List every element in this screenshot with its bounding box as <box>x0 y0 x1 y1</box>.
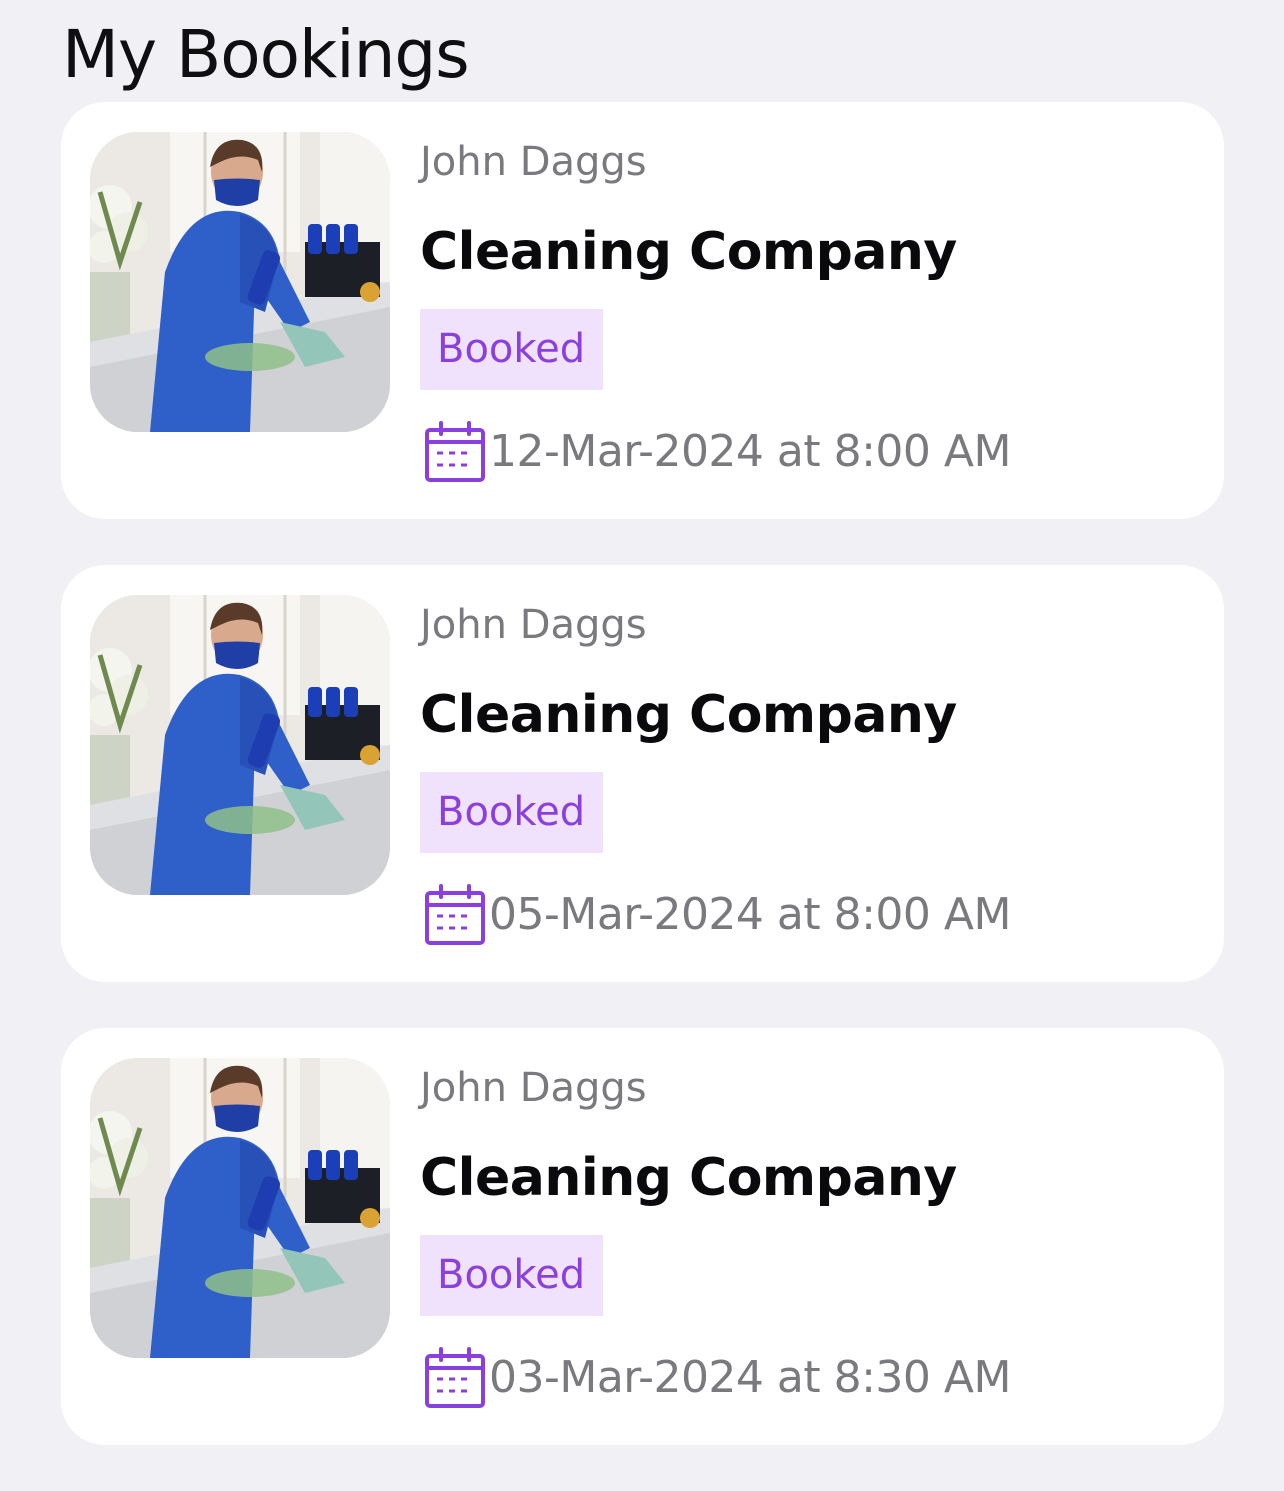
booking-image <box>90 1058 390 1358</box>
calendar-icon <box>425 421 485 482</box>
booking-date: 05-Mar-2024 at 8:00 AM <box>423 883 1011 947</box>
status-badge: Booked <box>420 772 604 853</box>
service-name: Cleaning Company <box>420 1148 957 1208</box>
booking-datetime: 12-Mar-2024 at 8:00 AM <box>489 426 1011 477</box>
booking-card[interactable]: John Daggs Cleaning Company Booked 03-Ma… <box>61 1028 1224 1445</box>
calendar-icon <box>425 1347 485 1408</box>
booking-date: 03-Mar-2024 at 8:30 AM <box>423 1346 1011 1410</box>
cleaner-photo-icon <box>90 132 390 432</box>
provider-name: John Daggs <box>420 1065 647 1111</box>
booking-date: 12-Mar-2024 at 8:00 AM <box>423 420 1011 484</box>
status-badge: Booked <box>420 309 604 390</box>
service-name: Cleaning Company <box>420 685 957 745</box>
service-name: Cleaning Company <box>420 222 957 282</box>
booking-card[interactable]: John Daggs Cleaning Company Booked 12-Ma… <box>61 102 1224 519</box>
provider-name: John Daggs <box>420 602 647 648</box>
booking-datetime: 03-Mar-2024 at 8:30 AM <box>489 1352 1011 1403</box>
status-badge: Booked <box>420 1235 604 1316</box>
booking-datetime: 05-Mar-2024 at 8:00 AM <box>489 889 1011 940</box>
calendar-icon <box>425 884 485 945</box>
cleaner-photo-icon <box>90 595 390 895</box>
booking-image <box>90 132 390 432</box>
cleaner-photo-icon <box>90 1058 390 1358</box>
booking-list: John Daggs Cleaning Company Booked 12-Ma… <box>61 102 1224 1491</box>
page-title: My Bookings <box>62 16 470 93</box>
provider-name: John Daggs <box>420 139 647 185</box>
booking-card[interactable]: John Daggs Cleaning Company Booked 05-Ma… <box>61 565 1224 982</box>
booking-image <box>90 595 390 895</box>
